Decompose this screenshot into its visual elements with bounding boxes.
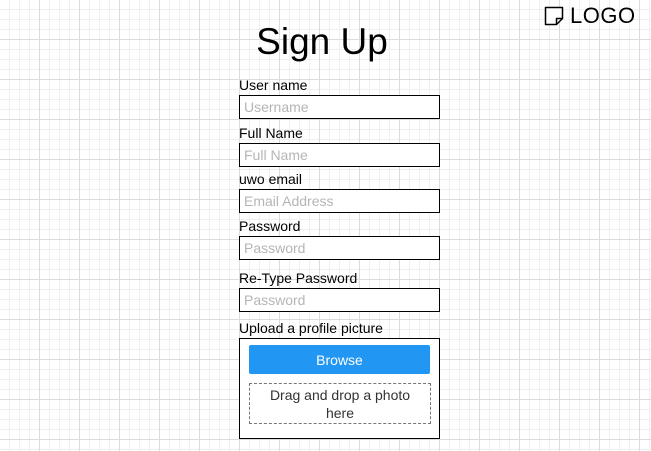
email-label: uwo email	[239, 171, 303, 187]
email-input[interactable]	[239, 189, 440, 213]
password-input[interactable]	[239, 236, 440, 260]
page-title: Sign Up	[256, 21, 388, 62]
upload-panel: Browse Drag and drop a photo here	[239, 338, 440, 439]
retype-password-label: Re-Type Password	[239, 270, 358, 286]
drop-zone[interactable]: Drag and drop a photo here	[249, 383, 431, 424]
full-name-input[interactable]	[239, 143, 440, 167]
browse-button[interactable]: Browse	[249, 345, 430, 374]
password-label: Password	[239, 218, 301, 234]
full-name-label: Full Name	[239, 125, 303, 141]
username-label: User name	[239, 77, 308, 93]
retype-password-input[interactable]	[239, 288, 440, 312]
username-input[interactable]	[239, 95, 440, 119]
upload-label: Upload a profile picture	[239, 320, 383, 336]
